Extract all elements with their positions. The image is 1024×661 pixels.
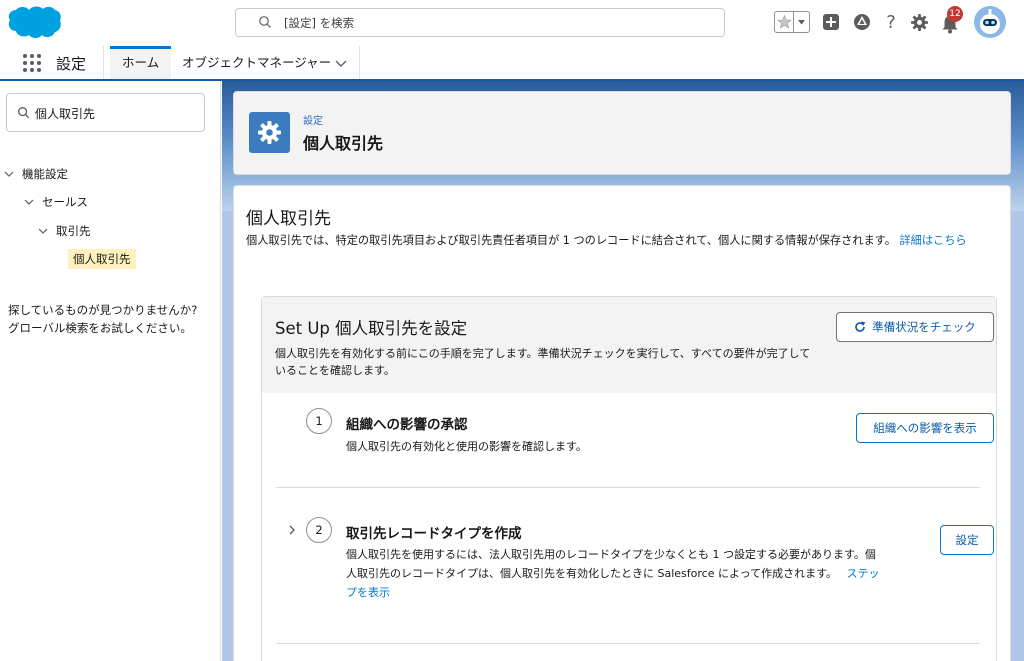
- app-nav-bar: 設定 ホーム オブジェクトマネージャー: [0, 46, 1024, 81]
- step-divider: [276, 643, 980, 644]
- page-title: 個人取引先: [303, 134, 384, 153]
- chevron-down-icon[interactable]: [335, 59, 347, 68]
- setup-header: Set Up 個人取引先を設定 個人取引先を有効化する前にこの手順を完了します。…: [262, 297, 996, 393]
- tree-item-feature-settings[interactable]: 機能設定: [4, 166, 68, 182]
- tree-item-person-accounts[interactable]: 個人取引先: [68, 249, 136, 269]
- quick-find-input[interactable]: [35, 103, 195, 123]
- global-search-input[interactable]: [284, 13, 704, 33]
- section-title: 個人取引先: [246, 209, 331, 229]
- content-card: 個人取引先 個人取引先では、特定の取引先項目および取引先責任者項目が 1 つのレ…: [233, 185, 1011, 661]
- setup-record-type-button[interactable]: 設定: [940, 525, 994, 555]
- nav-divider: [103, 46, 104, 79]
- learn-more-link[interactable]: 詳細はこちら: [899, 234, 966, 247]
- setup-step-2: 2 取引先レコードタイプを作成 個人取引先を使用するには、法人取引先用のレコード…: [262, 489, 996, 649]
- trailhead-icon[interactable]: [852, 12, 872, 32]
- search-icon: [18, 107, 30, 119]
- setup-assistant: Set Up 個人取引先を設定 個人取引先を有効化する前にこの手順を完了します。…: [261, 296, 997, 661]
- notification-badge: 12: [947, 6, 963, 22]
- chevron-down-icon: [24, 199, 34, 205]
- description-text: 個人取引先では、特定の取引先項目および取引先責任者項目が 1 つのレコードに結合…: [246, 234, 896, 247]
- favorites-control[interactable]: [774, 11, 810, 33]
- app-name: 設定: [56, 55, 87, 73]
- setup-title: Set Up 個人取引先を設定: [275, 319, 468, 338]
- step-title: 組織への影響の承認: [346, 417, 468, 433]
- section-description: 個人取引先では、特定の取引先項目および取引先責任者項目が 1 つのレコードに結合…: [246, 232, 1006, 249]
- user-avatar[interactable]: [973, 5, 1007, 39]
- tab-object-manager-label: オブジェクトマネージャー: [182, 55, 332, 70]
- setup-subtitle: 個人取引先を有効化する前にこの手順を完了します。準備状況チェックを実行して、すべ…: [275, 347, 811, 377]
- refresh-icon: [855, 321, 866, 332]
- step-number: 1: [306, 408, 332, 434]
- tree-label: 取引先: [56, 224, 91, 238]
- step-description: 個人取引先の有効化と使用の影響を確認します。: [346, 440, 587, 453]
- chevron-right-icon[interactable]: [287, 525, 297, 535]
- breadcrumb[interactable]: 設定: [303, 112, 323, 127]
- help-line-2: グローバル検索をお試しください。: [8, 321, 192, 335]
- sidebar-help-text: 探しているものが見つかりませんか? グローバル検索をお試しください。: [8, 301, 218, 337]
- help-line-1: 探しているものが見つかりませんか?: [8, 303, 198, 317]
- setup-step-1: 1 組織への影響の承認 個人取引先の有効化と使用の影響を確認します。 組織への影…: [262, 393, 996, 489]
- tree-label: セールス: [42, 195, 88, 209]
- tab-home[interactable]: ホーム: [110, 46, 172, 79]
- step-description: 個人取引先を使用するには、法人取引先用のレコードタイプを少なくとも 1 つ設定す…: [346, 545, 886, 602]
- favorites-star-icon[interactable]: [775, 12, 794, 32]
- global-header: ? 12: [0, 0, 1024, 46]
- readiness-check-button[interactable]: 準備状況をチェック: [836, 312, 994, 342]
- main-content: 設定 個人取引先 個人取引先 個人取引先では、特定の取引先項目および取引先責任者…: [222, 81, 1024, 661]
- step-number: 2: [306, 517, 332, 543]
- quick-find-box[interactable]: [6, 93, 205, 132]
- chevron-down-icon: [38, 228, 48, 234]
- search-icon: [259, 16, 271, 28]
- step-divider: [276, 487, 980, 488]
- step-description-text: 個人取引先を使用するには、法人取引先用のレコードタイプを少なくとも 1 つ設定す…: [346, 548, 876, 580]
- tree-item-accounts[interactable]: 取引先: [38, 223, 91, 239]
- setup-gear-icon[interactable]: [910, 13, 929, 32]
- global-add-icon[interactable]: [822, 13, 840, 31]
- setup-sidebar: 機能設定 セールス 取引先 個人取引先 探しているものが見つかりませんか? グロ…: [0, 81, 221, 661]
- readiness-check-label: 準備状況をチェック: [872, 320, 976, 334]
- view-org-impact-button[interactable]: 組織への影響を表示: [856, 413, 994, 443]
- tree-label: 機能設定: [22, 167, 68, 181]
- nav-divider: [359, 46, 360, 79]
- setup-gear-icon: [249, 112, 290, 153]
- svg-text:?: ?: [886, 12, 896, 32]
- chevron-down-icon: [4, 171, 14, 177]
- tree-item-sales[interactable]: セールス: [24, 194, 88, 210]
- salesforce-logo[interactable]: [6, 4, 62, 40]
- app-launcher-icon[interactable]: [22, 53, 42, 73]
- step-title: 取引先レコードタイプを作成: [346, 526, 522, 542]
- global-search-box[interactable]: [235, 8, 725, 37]
- page-header: 設定 個人取引先: [233, 91, 1011, 175]
- help-icon[interactable]: ?: [884, 12, 898, 32]
- favorites-chevron-down-icon[interactable]: [794, 12, 809, 32]
